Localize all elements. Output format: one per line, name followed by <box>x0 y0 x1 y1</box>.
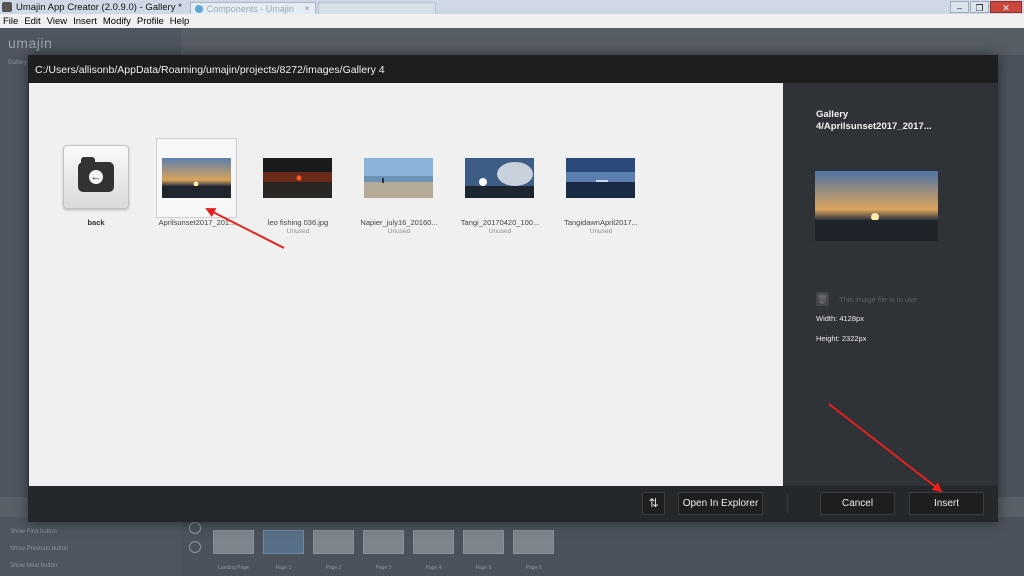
background-page-labels: Landing Page Page 1 Page 2 Page 3 Page 4… <box>213 565 554 571</box>
image-thumbnail-frame[interactable] <box>358 138 439 218</box>
menu-edit[interactable]: Edit <box>24 16 40 27</box>
image-status: Unused <box>387 228 411 235</box>
back-folder-item[interactable]: ← back <box>63 145 129 227</box>
background-show-next-label: Show Next button <box>10 563 58 569</box>
folder-path: C:/Users/allisonb/AppData/Roaming/umajin… <box>28 55 998 83</box>
back-tile[interactable]: ← <box>63 145 129 209</box>
insert-button[interactable]: Insert <box>909 492 984 515</box>
app-icon <box>2 2 12 12</box>
window-title-bar: Umajin App Creator (2.0.9.0) - Gallery *… <box>0 0 1024 14</box>
trash-icon[interactable]: 🗑 <box>816 292 829 306</box>
page-thumbnail <box>463 530 504 554</box>
refresh-button[interactable]: ⇅ <box>642 492 665 515</box>
image-thumbnail-frame[interactable] <box>560 138 641 218</box>
image-name: TangidawnApril2017... <box>564 218 638 227</box>
back-arrow-icon: ← <box>89 170 103 184</box>
back-label: back <box>87 218 105 227</box>
selected-image-preview <box>815 171 938 241</box>
background-add-icon <box>189 522 201 534</box>
page-label: Page 4 <box>425 565 442 571</box>
image-name: Napier_july16_20160... <box>360 218 438 227</box>
in-use-row: 🗑 This image file is in use <box>816 292 917 306</box>
image-item-tangidawn[interactable]: TangidawnApril2017... Unused <box>560 138 642 235</box>
page-thumbnail <box>363 530 404 554</box>
menu-insert[interactable]: Insert <box>73 16 97 27</box>
close-button[interactable]: ✕ <box>990 1 1022 13</box>
image-item-aprilsunset[interactable]: Aprilsunset2017_201... <box>156 138 238 227</box>
menu-bar: File Edit View Insert Modify Profile Hel… <box>0 14 1024 28</box>
image-grid: ← back Aprilsunset2017_201... leo fishin… <box>29 83 783 486</box>
image-thumbnail-dawn <box>566 158 635 198</box>
image-thumbnail-frame[interactable] <box>156 138 237 218</box>
image-thumbnail-dusk <box>263 158 332 198</box>
page-label: Page 5 <box>475 565 492 571</box>
background-page-thumbnails <box>213 530 554 554</box>
image-status: Unused <box>286 228 310 235</box>
minimize-button[interactable]: – <box>950 1 969 13</box>
in-use-text: This image file is in use <box>839 294 917 304</box>
background-refresh-icon <box>189 541 201 553</box>
selected-image-title: Gallery 4/Aprilsunset2017_2017... <box>816 109 932 132</box>
image-status: Unused <box>589 228 613 235</box>
background-show-first-label: Show First button <box>10 529 57 535</box>
tab-favicon-icon <box>194 4 203 13</box>
page-thumbnail <box>263 530 304 554</box>
new-tab-area[interactable] <box>317 2 436 14</box>
image-thumbnail-frame[interactable] <box>257 138 338 218</box>
background-gallery-label: Gallery <box>8 60 28 66</box>
window-title: Umajin App Creator (2.0.9.0) - Gallery * <box>16 1 182 13</box>
restore-button[interactable]: ❐ <box>970 1 989 13</box>
image-thumbnail-beach <box>364 158 433 198</box>
tab-close-icon[interactable]: × <box>305 4 315 13</box>
footer-divider <box>787 494 788 513</box>
image-name: Tangi_20170420_100... <box>460 218 540 227</box>
image-thumbnail-sunset <box>162 158 231 198</box>
image-info-panel: Gallery 4/Aprilsunset2017_2017... 🗑 This… <box>783 83 998 486</box>
page-thumbnail <box>513 530 554 554</box>
menu-help[interactable]: Help <box>170 16 190 27</box>
page-label: Page 3 <box>375 565 392 571</box>
page-label: Landing Page <box>218 565 249 571</box>
background-show-previous-label: Show Previous button <box>10 546 69 552</box>
page-thumbnail <box>213 530 254 554</box>
open-in-explorer-button[interactable]: Open In Explorer <box>678 492 763 515</box>
image-width: Width: 4128px <box>816 314 864 323</box>
umajin-logo: umajin <box>8 35 53 51</box>
menu-modify[interactable]: Modify <box>103 16 131 27</box>
tab-label: Components - Umajin <box>206 3 294 14</box>
image-item-leo-fishing[interactable]: leo fishing 036.jpg Unused <box>257 138 339 235</box>
image-thumbnail-cloud <box>465 158 534 198</box>
image-item-napier[interactable]: Napier_july16_20160... Unused <box>358 138 440 235</box>
cancel-button[interactable]: Cancel <box>820 492 895 515</box>
page-label: Page 6 <box>525 565 542 571</box>
image-picker-dialog: C:/Users/allisonb/AppData/Roaming/umajin… <box>28 55 998 522</box>
image-name: leo fishing 036.jpg <box>267 218 329 227</box>
image-name: Aprilsunset2017_201... <box>158 218 236 227</box>
dialog-footer: ⇅ Open In Explorer Cancel Insert <box>28 486 998 522</box>
page-label: Page 2 <box>325 565 342 571</box>
background-toolbar <box>181 28 1024 55</box>
image-status: Unused <box>488 228 512 235</box>
menu-profile[interactable]: Profile <box>137 16 164 27</box>
page-thumbnail <box>313 530 354 554</box>
menu-file[interactable]: File <box>3 16 18 27</box>
page-thumbnail <box>413 530 454 554</box>
folder-icon: ← <box>78 157 114 192</box>
window-controls: – ❐ ✕ <box>950 1 1022 13</box>
image-item-tangi[interactable]: Tangi_20170420_100... Unused <box>459 138 541 235</box>
image-thumbnail-frame[interactable] <box>459 138 540 218</box>
image-height: Height: 2322px <box>816 334 867 343</box>
menu-view[interactable]: View <box>47 16 67 27</box>
page-label: Page 1 <box>275 565 292 571</box>
browser-tab[interactable]: Components - Umajin × <box>189 2 316 14</box>
